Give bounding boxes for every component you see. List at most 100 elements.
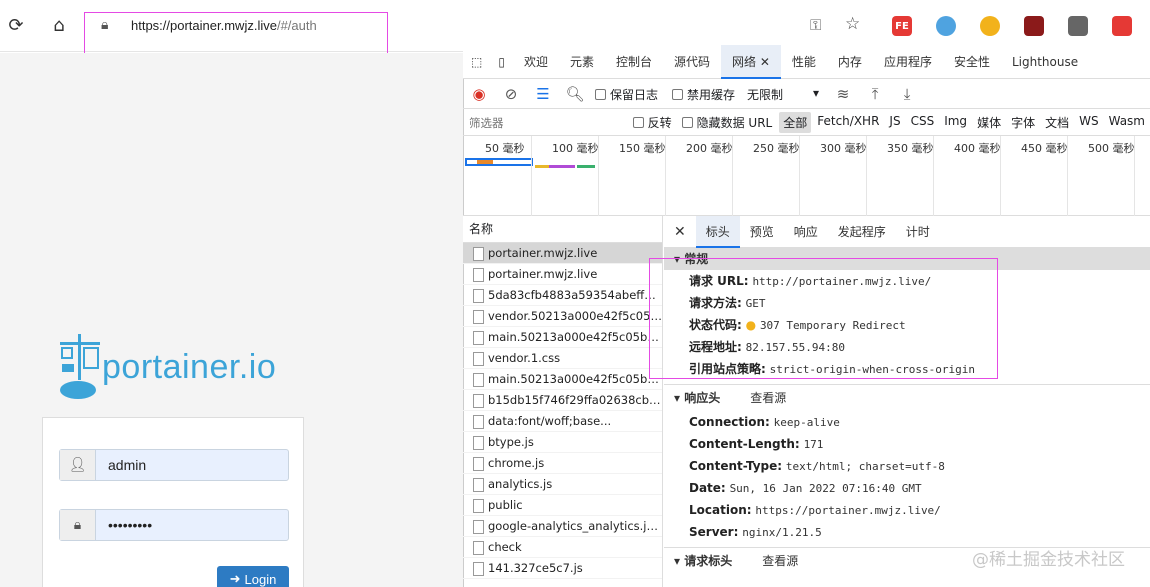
- password-field[interactable]: 🔒︎ •••••••••: [59, 509, 289, 541]
- request-row[interactable]: public: [463, 495, 662, 516]
- translate-extension-icon[interactable]: [936, 16, 956, 36]
- request-row[interactable]: main.50213a000e42f5c05bcc.c...: [463, 369, 662, 390]
- request-row[interactable]: portainer.mwjz.live: [463, 264, 662, 285]
- view-source-link[interactable]: 查看源: [762, 554, 798, 568]
- devtools-tab-label: 元素: [569, 54, 594, 69]
- record-icon[interactable]: ◉: [463, 85, 495, 103]
- network-conditions-icon[interactable]: ≋: [827, 85, 859, 103]
- chevron-down-icon: ▾: [813, 85, 820, 100]
- type-filter-0[interactable]: 全部: [779, 112, 812, 133]
- request-row[interactable]: portainer.mwjz.live: [463, 243, 662, 264]
- type-filter-7[interactable]: 文档: [1041, 112, 1073, 133]
- fe-extension-icon[interactable]: FE: [892, 16, 912, 36]
- throttle-select[interactable]: 无限制 ▾: [747, 86, 819, 103]
- request-row[interactable]: data:font/woff;base...: [463, 411, 662, 432]
- invert-checkbox[interactable]: 反转: [632, 114, 672, 131]
- username-field[interactable]: 👤︎ admin: [59, 449, 289, 481]
- request-row[interactable]: google-analytics_analytics.js?s...: [463, 516, 662, 537]
- type-filter-9[interactable]: Wasm: [1105, 112, 1149, 133]
- filter-icon[interactable]: ☰: [527, 85, 559, 103]
- disable-cache-checkbox[interactable]: 禁用缓存: [672, 86, 735, 103]
- header-row: Connection: keep-alive: [664, 411, 1150, 433]
- devtools-tab[interactable]: 内存: [827, 45, 873, 79]
- header-row: Content-Length: 171: [664, 433, 1150, 455]
- detail-tab[interactable]: 响应: [784, 216, 828, 248]
- devtools-tabs: 欢迎 元素 控制台 源代码 网络 ✕ 性能 内存 应用程序 安全性 Lighthouse: [513, 44, 1089, 79]
- devtools-tab-label: 安全性: [953, 54, 990, 69]
- devtools-tab[interactable]: 控制台: [605, 45, 663, 79]
- network-timeline: 50 毫秒 100 毫秒 150 毫秒 200 毫秒 250 毫秒 300 毫秒 350 毫…: [463, 136, 1150, 216]
- detail-tab[interactable]: 计时: [896, 216, 940, 248]
- request-row[interactable]: b15db15f746f29ffa02638cb45...: [463, 390, 662, 411]
- view-source-link[interactable]: 查看源: [750, 391, 786, 405]
- request-row[interactable]: analytics.js: [463, 474, 662, 495]
- preserve-log-checkbox[interactable]: 保留日志: [595, 86, 658, 103]
- detail-tab[interactable]: 发起程序: [828, 216, 896, 248]
- type-filter-1[interactable]: Fetch/XHR: [813, 112, 883, 133]
- resource-type-filters: 全部 Fetch/XHR JS CSS Img 媒体 字体 文档 WS Wasm: [778, 112, 1150, 133]
- request-row[interactable]: 5da83cfb4883a59354abeff852...: [463, 285, 662, 306]
- clear-icon[interactable]: ⊘: [495, 85, 527, 103]
- devtools-tab[interactable]: 性能: [781, 45, 827, 79]
- device-toolbar-icon[interactable]: ▯: [490, 45, 513, 79]
- devtools-tab[interactable]: 应用程序: [873, 45, 943, 79]
- devtools-tab[interactable]: 源代码: [663, 45, 721, 79]
- request-row[interactable]: check: [463, 537, 662, 558]
- devtools-tab-label: 内存: [837, 54, 862, 69]
- request-row[interactable]: chrome.js: [463, 453, 662, 474]
- refresh-extension-icon[interactable]: [1112, 16, 1132, 36]
- request-row[interactable]: main.50213a000e42f5c05bcc.js: [463, 327, 662, 348]
- devtools-tab[interactable]: Lighthouse: [1001, 45, 1089, 79]
- throttle-value: 无限制: [747, 87, 784, 102]
- colorful-extension-icon[interactable]: [980, 16, 1000, 36]
- timeline-bar: [477, 160, 493, 164]
- close-icon[interactable]: ✕: [664, 216, 696, 248]
- type-filter-5[interactable]: 媒体: [973, 112, 1005, 133]
- username-value[interactable]: admin: [96, 450, 146, 480]
- timeline-tick-label: 450 毫秒: [1021, 142, 1068, 155]
- refresh-icon[interactable]: ⟳: [2, 11, 30, 39]
- response-headers-section-header[interactable]: ▾ 响应头 查看源: [664, 385, 1150, 411]
- type-filter-6[interactable]: 字体: [1007, 112, 1039, 133]
- timeline-tick-label: 500 毫秒: [1088, 142, 1135, 155]
- name-column-header[interactable]: 名称: [463, 216, 662, 243]
- type-filter-8[interactable]: WS: [1075, 112, 1102, 133]
- devtools-tab[interactable]: 网络 ✕: [721, 44, 781, 79]
- filter-input[interactable]: [469, 112, 629, 133]
- favorite-icon[interactable]: ☆: [845, 14, 860, 34]
- request-row[interactable]: vendor.1.css: [463, 348, 662, 369]
- header-value: 171: [803, 438, 824, 451]
- login-button[interactable]: ➜ Login: [217, 566, 289, 587]
- key-icon[interactable]: ⚿: [810, 16, 821, 34]
- type-filter-3[interactable]: CSS: [907, 112, 939, 133]
- password-value[interactable]: •••••••••: [96, 510, 152, 540]
- request-row[interactable]: 141.327ce5c7.js: [463, 558, 662, 579]
- request-row[interactable]: vendor.50213a000e42f5c05bc...: [463, 306, 662, 327]
- watermark: @稀土掘金技术社区: [972, 550, 1125, 570]
- inspect-element-icon[interactable]: ⬚: [463, 45, 490, 79]
- request-headers-title: 请求标头: [684, 554, 733, 568]
- request-row[interactable]: btype.js: [463, 432, 662, 453]
- type-filter-2[interactable]: JS: [885, 112, 904, 133]
- timeline-tick-label: 50 毫秒: [485, 142, 525, 155]
- close-tab-icon[interactable]: ✕: [756, 55, 770, 69]
- upload-icon[interactable]: ⤒: [859, 85, 891, 103]
- triangle-down-icon: ▾: [674, 554, 685, 568]
- hide-data-url-label: 隐藏数据 URL: [696, 116, 773, 130]
- type-filter-4[interactable]: Img: [940, 112, 971, 133]
- invert-label: 反转: [647, 116, 672, 130]
- detail-tab[interactable]: 预览: [740, 216, 784, 248]
- detail-tab[interactable]: 标头: [695, 215, 740, 248]
- collections-icon[interactable]: [1068, 16, 1088, 36]
- devtools-tab[interactable]: 元素: [559, 45, 605, 79]
- ublock-extension-icon[interactable]: [1024, 16, 1044, 36]
- hide-data-url-checkbox[interactable]: 隐藏数据 URL: [681, 114, 773, 131]
- home-icon[interactable]: ⌂: [45, 11, 73, 39]
- devtools-tab[interactable]: 安全性: [943, 45, 1001, 79]
- devtools-tab-bar: ⬚ ▯ 欢迎 元素 控制台 源代码 网络 ✕ 性能 内存 应用程序 安全性 Lighthouse: [463, 44, 1150, 79]
- devtools-tab[interactable]: 欢迎: [513, 45, 559, 79]
- search-icon[interactable]: 🔍︎: [559, 85, 591, 103]
- download-icon[interactable]: ⤓: [891, 85, 923, 103]
- devtools-tab-label: 源代码: [674, 54, 711, 69]
- request-items: portainer.mwjz.live portainer.mwjz.live 5d…: [463, 243, 662, 579]
